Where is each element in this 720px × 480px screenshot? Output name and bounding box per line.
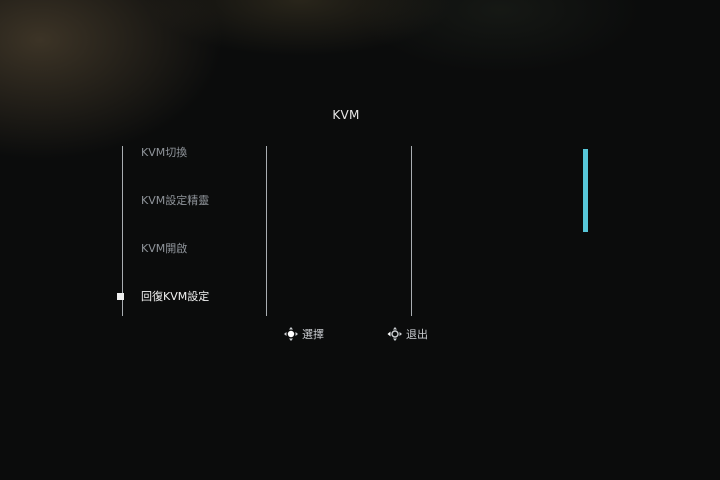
select-label: 選擇 [302,328,324,341]
menu-item-kvm-switch[interactable]: KVM切換 [141,144,187,162]
menu-item-kvm-reset[interactable]: 回復KVM設定 [141,288,209,306]
scroll-indicator [583,149,588,232]
exit-label: 退出 [406,328,428,341]
menu-item-kvm-wizard[interactable]: KVM設定精靈 [141,192,209,210]
menu-left-rail [122,146,123,316]
selection-marker [117,293,124,300]
exit-hint: 退出 [387,326,428,342]
joystick-left-icon [387,326,403,342]
ambient-glow [0,0,720,480]
joystick-press-icon [283,326,299,342]
menu-item-kvm-enable[interactable]: KVM開啟 [141,240,187,258]
column-divider-2 [411,146,412,316]
select-hint: 選擇 [283,326,324,342]
column-divider-1 [266,146,267,316]
osd-title: KVM [332,108,360,122]
